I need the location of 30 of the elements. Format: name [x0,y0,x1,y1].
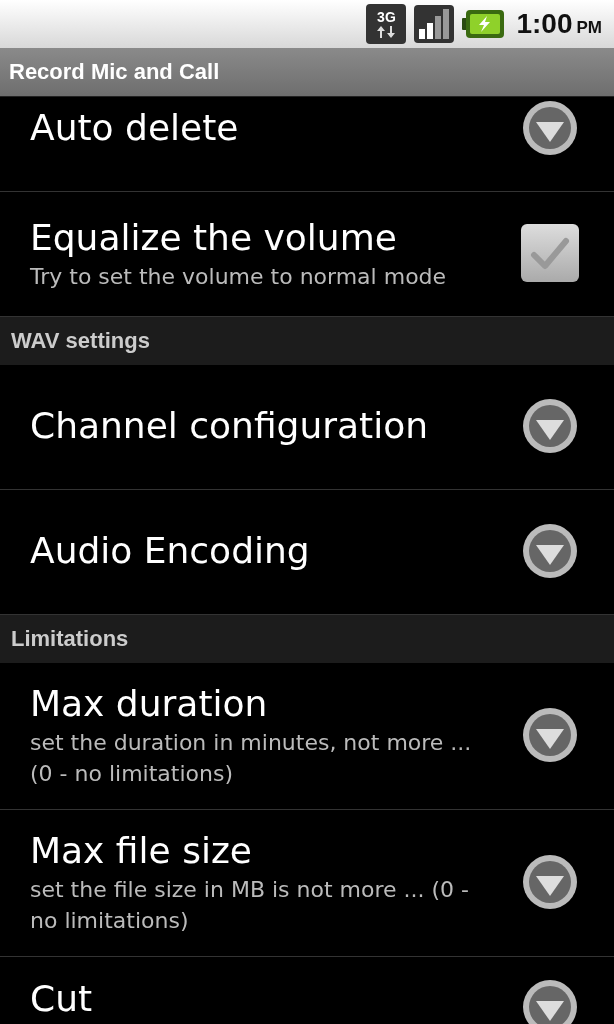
preference-row[interactable]: Cut [0,957,614,1024]
dropdown-icon [522,523,578,579]
preference-title: Equalize the volume [30,215,398,260]
preference-row[interactable]: Channel configuration [0,365,614,490]
checkmark-icon [530,235,570,271]
preference-title: Auto delete [30,106,240,150]
preference-title: Max file size [30,829,253,873]
network-icon: 3G [366,4,407,44]
section-header: WAV settings [0,317,614,365]
clock-period: PM [576,18,602,38]
preference-title: Channel configuration [30,404,430,448]
preference-title: Audio Encoding [30,529,311,573]
dropdown-icon [522,854,578,910]
dropdown-icon [522,398,578,454]
app-title: Record Mic and Call [0,48,614,97]
clock-time: 1:00 [516,8,573,40]
preference-summary: set the file size in MB is not more ... (0 - no limitations) [30,876,471,935]
signal-icon [414,5,455,43]
arrows-icon [376,25,397,39]
dropdown-icon [522,707,578,763]
battery-icon [462,8,505,40]
preference-summary: set the duration in minutes, not more ... (0 - no limitations) [30,729,473,788]
dropdown-icon [522,100,578,156]
preference-summary: Try to set the volume to normal mode [30,262,448,291]
preference-title: Cut [30,979,94,1019]
preference-row[interactable]: Max duration set the duration in minutes, not more ... (0 - no limitations) [0,663,614,810]
dropdown-icon [522,979,578,1024]
preference-title: Max duration [30,682,269,726]
preference-row[interactable]: Max file size set the file size in MB is not more ... (0 - no limitations) [0,810,614,957]
section-header: Limitations [0,615,614,663]
